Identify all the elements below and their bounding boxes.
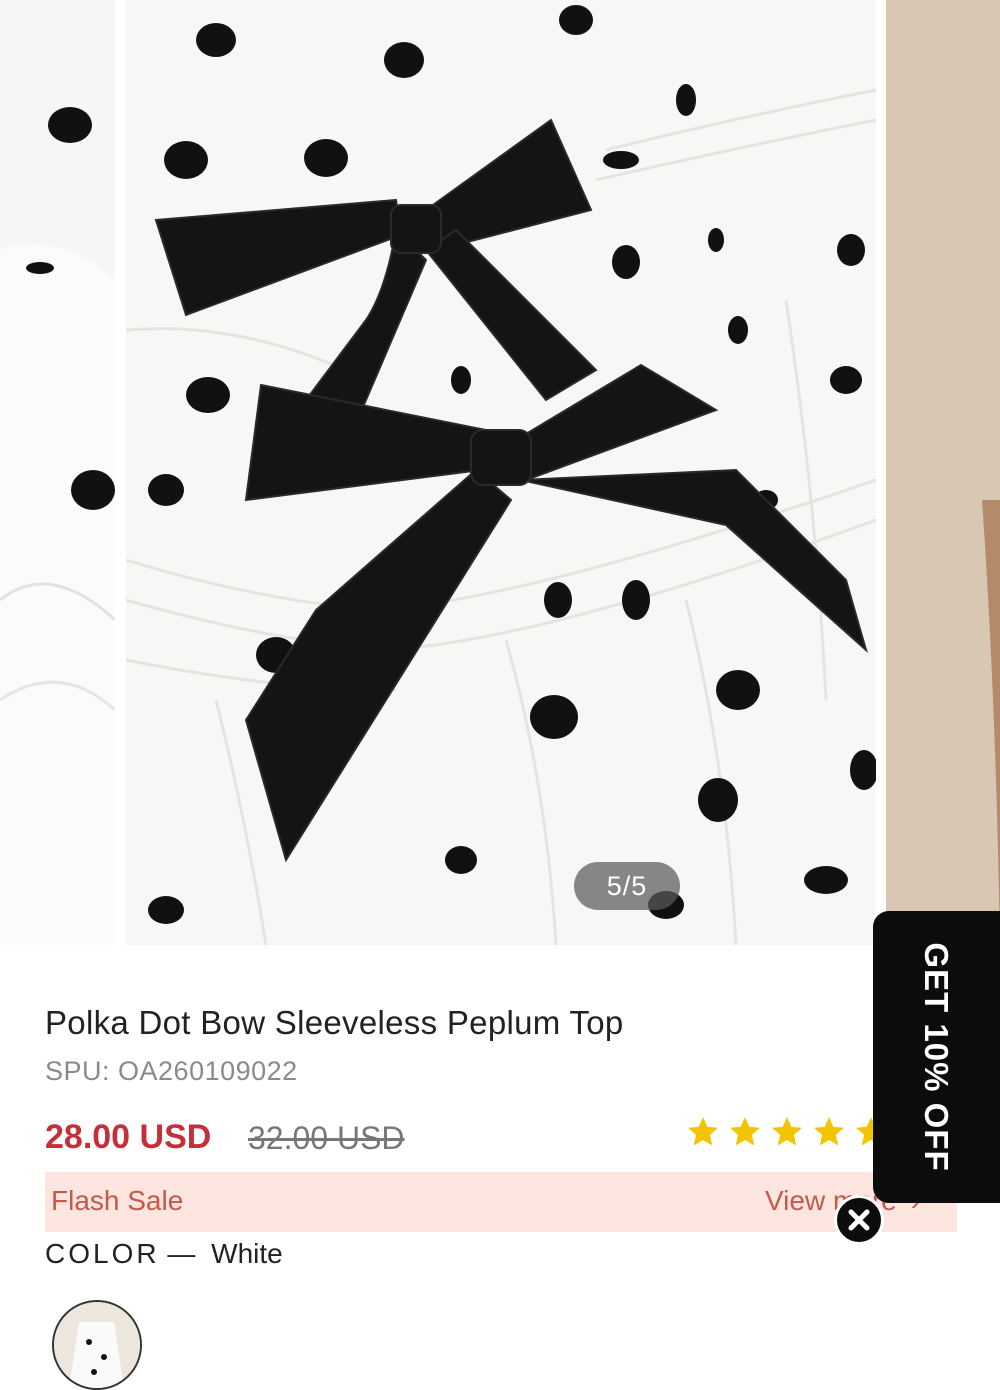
original-price: 32.00 USD — [248, 1120, 405, 1156]
star-icon — [730, 1117, 760, 1146]
color-selector-label: COLOR — White — [45, 1238, 283, 1270]
gallery-slide-current[interactable]: 5/5 — [126, 0, 876, 945]
polka-dot-bow-top-image — [126, 0, 876, 945]
close-icon — [848, 1209, 870, 1231]
rating-stars[interactable] — [685, 1114, 895, 1154]
promo-text: GET 10% OFF — [918, 942, 955, 1172]
discount-promo-tab[interactable]: GET 10% OFF — [873, 911, 1000, 1203]
gallery-slide-previous[interactable] — [0, 0, 115, 945]
close-promo-button[interactable] — [834, 1195, 884, 1245]
swatch-thumbnail-image — [54, 1302, 140, 1388]
model-photo-image — [886, 0, 1000, 945]
image-counter: 5/5 — [574, 862, 680, 910]
spu-label: SPU: — [45, 1056, 111, 1086]
star-icon — [772, 1117, 802, 1146]
product-image-gallery[interactable]: 5/5 — [0, 0, 1000, 945]
color-swatch-white[interactable] — [52, 1300, 142, 1390]
star-icon — [814, 1117, 844, 1146]
sale-price: 28.00 USD — [45, 1118, 212, 1156]
gallery-slide-next[interactable] — [886, 0, 1000, 945]
color-label: COLOR — [45, 1238, 160, 1269]
star-icon — [688, 1117, 718, 1146]
polka-dot-fabric-image — [0, 0, 115, 945]
flash-sale-bar[interactable]: Flash Sale View more› — [45, 1172, 957, 1232]
flash-sale-label: Flash Sale — [51, 1185, 184, 1216]
product-title: Polka Dot Bow Sleeveless Peplum Top — [45, 1004, 624, 1041]
color-value: White — [211, 1238, 283, 1269]
color-separator: — — [167, 1238, 196, 1269]
product-spu: SPU: OA260109022 — [45, 1056, 298, 1087]
spu-value: OA260109022 — [118, 1056, 298, 1086]
